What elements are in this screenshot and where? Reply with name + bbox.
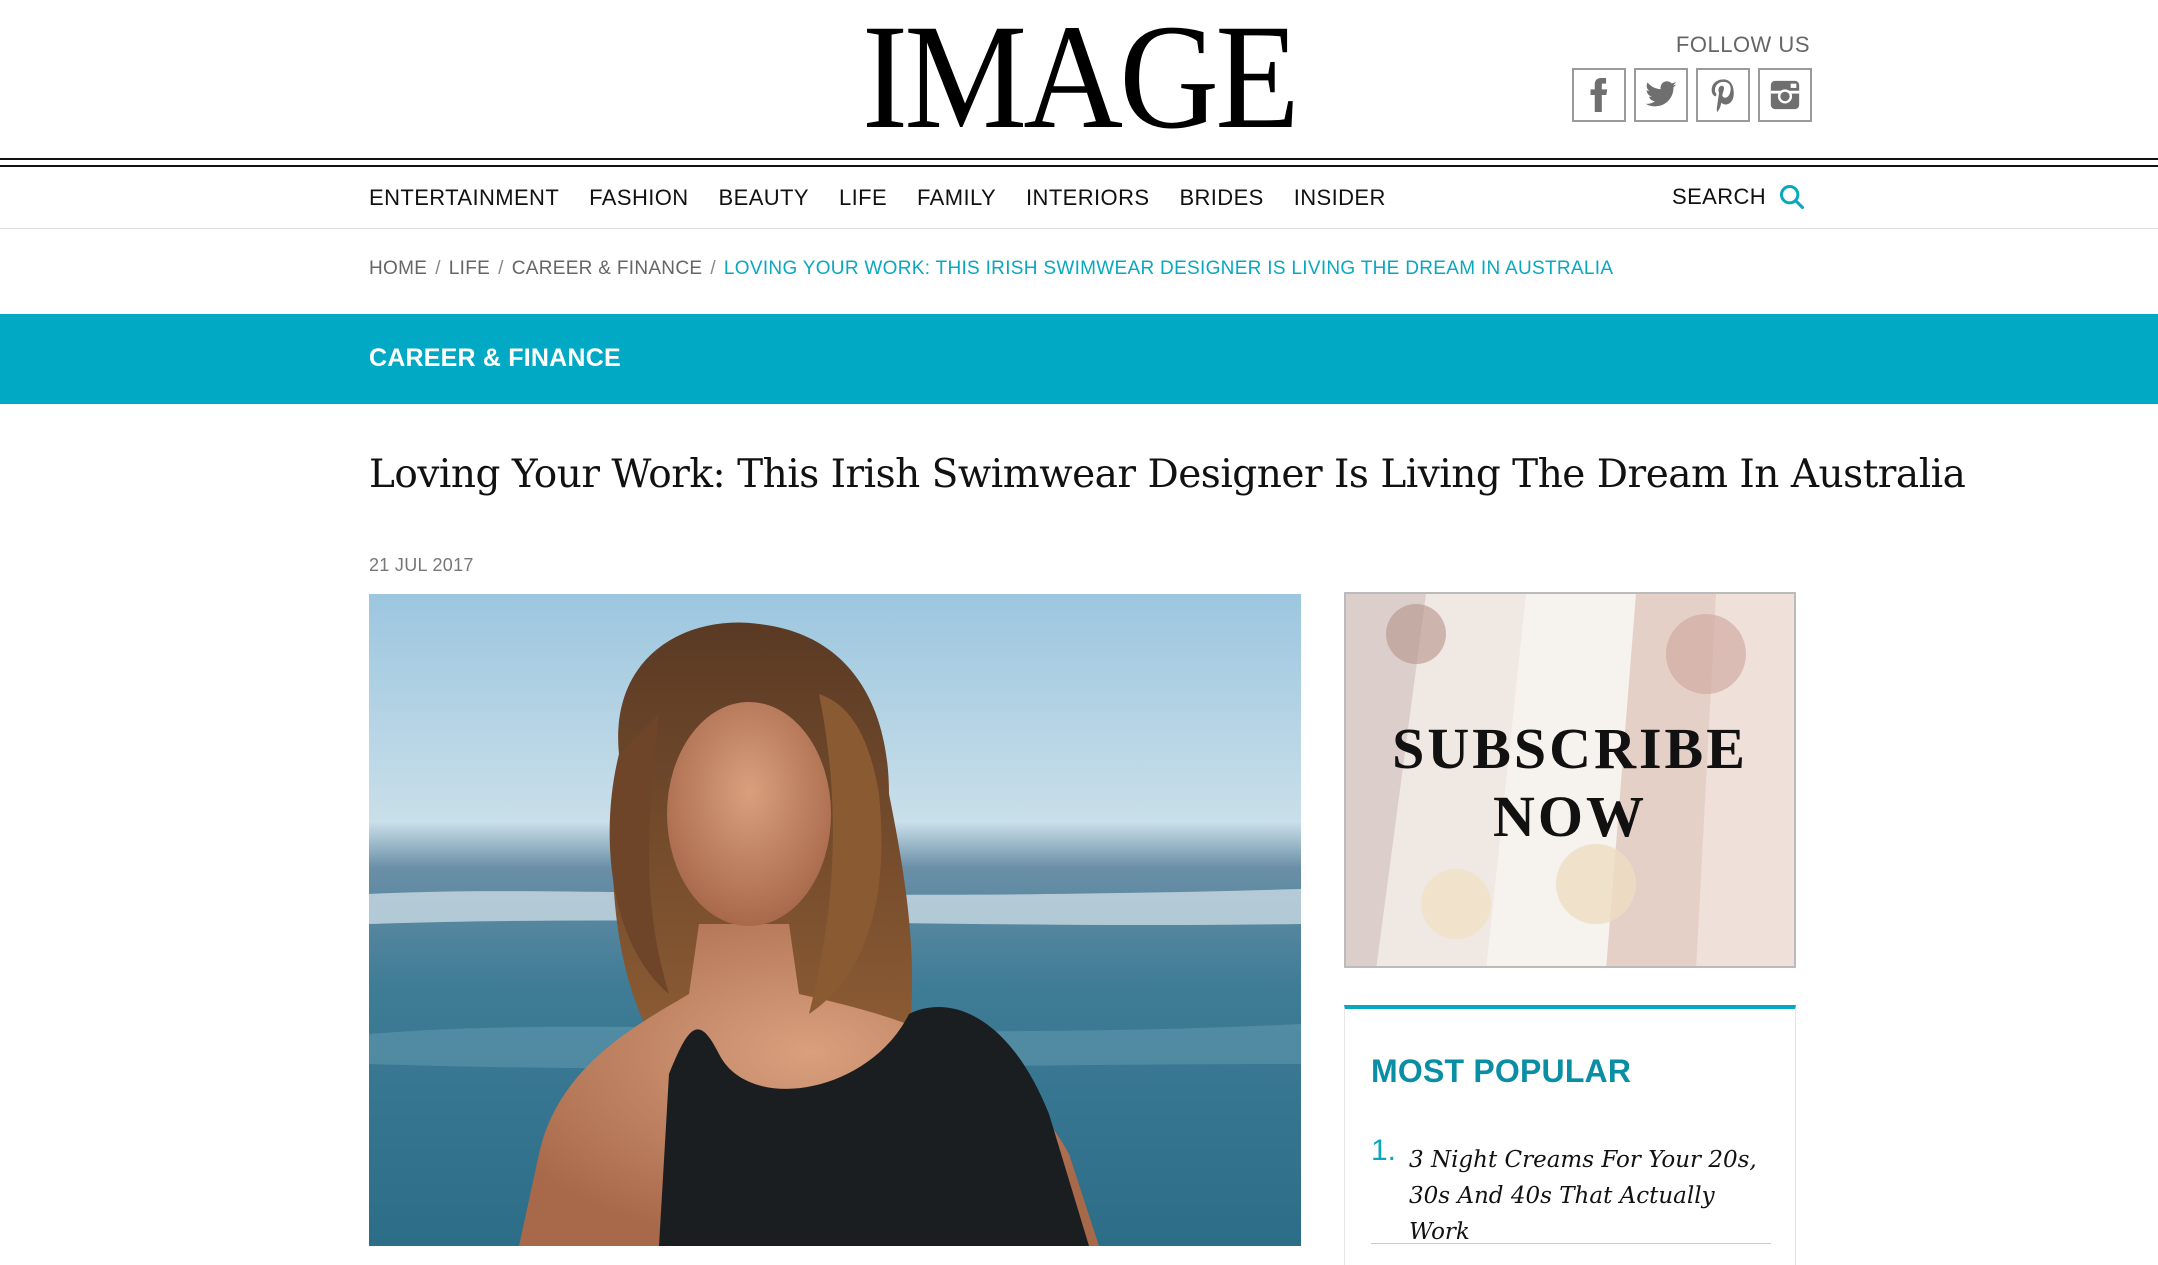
pinterest-icon [1711,79,1734,112]
header-rule-top [0,158,2158,160]
search-label: SEARCH [1672,184,1767,209]
most-popular-panel: MOST POPULAR 1. 3 Night Creams For Your … [1344,1005,1796,1265]
breadcrumb-career-finance[interactable]: CAREER & FINANCE [512,258,703,280]
site-header: IMAGE FOLLOW US [0,0,2158,158]
breadcrumb-current: LOVING YOUR WORK: THIS IRISH SWIMWEAR DE… [723,258,1614,279]
instagram-link[interactable] [1758,68,1812,122]
nav-item-life[interactable]: LIFE [839,185,887,211]
hero-image [369,594,1301,1246]
main-nav: ENTERTAINMENT FASHION BEAUTY LIFE FAMILY… [0,167,2158,229]
breadcrumb: HOME / LIFE / CAREER & FINANCE / LOVING … [369,258,1613,280]
nav-item-family[interactable]: FAMILY [917,185,996,211]
category-label[interactable]: CAREER & FINANCE [369,344,621,373]
breadcrumb-separator: / [498,258,504,279]
breadcrumb-separator: / [435,258,441,279]
popular-item-divider [1371,1243,1771,1244]
nav-item-insider[interactable]: INSIDER [1294,185,1386,211]
breadcrumb-life[interactable]: LIFE [449,258,490,280]
social-links [1572,68,1812,122]
search-button[interactable]: SEARCH [1672,183,1806,211]
twitter-link[interactable] [1634,68,1688,122]
article-date: 21 JUL 2017 [369,555,474,575]
article-title: Loving Your Work: This Irish Swimwear De… [369,452,1966,497]
facebook-icon [1590,78,1608,112]
instagram-icon [1770,80,1800,110]
facebook-link[interactable] [1572,68,1626,122]
nav-item-interiors[interactable]: INTERIORS [1026,185,1149,211]
nav-item-fashion[interactable]: FASHION [589,185,688,211]
popular-item-link[interactable]: 3 Night Creams For Your 20s, 30s And 40s… [1409,1142,1769,1250]
subscribe-text-line1: SUBSCRIBE [1392,716,1748,781]
nav-items: ENTERTAINMENT FASHION BEAUTY LIFE FAMILY… [369,185,1386,211]
twitter-icon [1645,81,1677,107]
follow-us-label: FOLLOW US [1675,32,1810,57]
subscribe-text-line2: NOW [1493,784,1647,849]
search-icon [1780,184,1805,210]
pinterest-link[interactable] [1696,68,1750,122]
nav-item-brides[interactable]: BRIDES [1179,185,1263,211]
most-popular-title: MOST POPULAR [1371,1053,1632,1089]
nav-item-entertainment[interactable]: ENTERTAINMENT [369,185,559,211]
nav-item-beauty[interactable]: BEAUTY [719,185,809,211]
subscribe-ad[interactable]: SUBSCRIBE NOW [1344,592,1796,968]
category-band: CAREER & FINANCE [0,314,2158,404]
breadcrumb-separator: / [710,258,716,279]
popular-item-number: 1. [1371,1134,1397,1167]
breadcrumb-home[interactable]: HOME [369,258,427,280]
